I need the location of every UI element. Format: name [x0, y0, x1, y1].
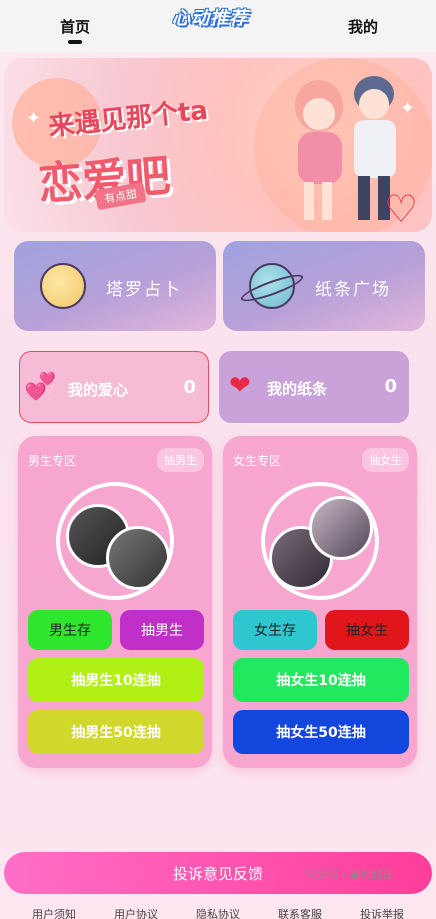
tarot-label: 塔罗占卜 — [106, 280, 182, 300]
boys-zone: 男生专区 抽男生 男生存 抽男生 抽男生10连抽 抽男生50连抽 — [18, 436, 212, 768]
sparkle-icon: ✦ — [26, 108, 42, 129]
avatar-circle — [261, 482, 379, 600]
my-hearts-count: 0 — [183, 377, 196, 398]
footer-user-agreement[interactable]: 用户协议 — [114, 906, 158, 919]
draw-boy-tag[interactable]: 抽男生 — [157, 448, 204, 472]
moon-icon — [40, 263, 86, 309]
footer-privacy[interactable]: 隐私协议 — [196, 906, 240, 919]
heart-icon: ♡ — [384, 187, 419, 231]
boy-store-button[interactable]: 男生存 — [28, 610, 112, 650]
girl-pick50-button[interactable]: 抽女生50连抽 — [233, 710, 409, 754]
footer-user-notice[interactable]: 用户须知 — [32, 906, 76, 919]
note-square-card[interactable]: 纸条广场 — [223, 241, 425, 331]
girl-pick-button[interactable]: 抽女生 — [325, 610, 409, 650]
avatar — [106, 526, 170, 590]
watermark: 公众号 · 季风科技 — [306, 868, 394, 881]
tarot-card[interactable]: 塔罗占卜 — [14, 241, 216, 331]
girl-store-button[interactable]: 女生存 — [233, 610, 317, 650]
zone-title: 女生专区 — [233, 454, 282, 468]
note-square-label: 纸条广场 — [315, 280, 391, 300]
boy-pick50-button[interactable]: 抽男生50连抽 — [28, 710, 204, 754]
heart-note-icon: ❤ — [229, 371, 251, 401]
tab-active-indicator — [68, 40, 82, 44]
zone-title: 男生专区 — [28, 454, 77, 468]
avatar — [309, 496, 373, 560]
avatar-circle — [56, 482, 174, 600]
draw-girl-tag[interactable]: 抽女生 — [362, 448, 409, 472]
girls-zone: 女生专区 抽女生 女生存 抽女生 抽女生10连抽 抽女生50连抽 — [223, 436, 417, 768]
love-heart-icon: 💞 — [24, 372, 57, 402]
my-hearts-card[interactable]: 💞 我的爱心 0 — [19, 351, 209, 423]
tab-mine[interactable]: 我的 — [348, 16, 378, 37]
footer-report[interactable]: 投诉举报 — [360, 906, 404, 919]
my-hearts-label: 我的爱心 — [68, 381, 129, 399]
my-notes-count: 0 — [384, 376, 397, 397]
top-nav: 首页 心动推荐 我的 — [0, 0, 436, 52]
hero-banner[interactable]: ✦ ✦ 来遇见那个ta 恋爱吧 有点甜 ♡ — [4, 58, 432, 232]
my-notes-card[interactable]: ❤ 我的纸条 0 — [219, 351, 409, 423]
footer-support[interactable]: 联系客服 — [278, 906, 322, 919]
boy-pick10-button[interactable]: 抽男生10连抽 — [28, 658, 204, 702]
boy-pick-button[interactable]: 抽男生 — [120, 610, 204, 650]
app-logo: 心动推荐 — [172, 8, 248, 29]
girl-pick10-button[interactable]: 抽女生10连抽 — [233, 658, 409, 702]
tab-home[interactable]: 首页 — [60, 16, 90, 37]
my-notes-label: 我的纸条 — [267, 380, 328, 398]
